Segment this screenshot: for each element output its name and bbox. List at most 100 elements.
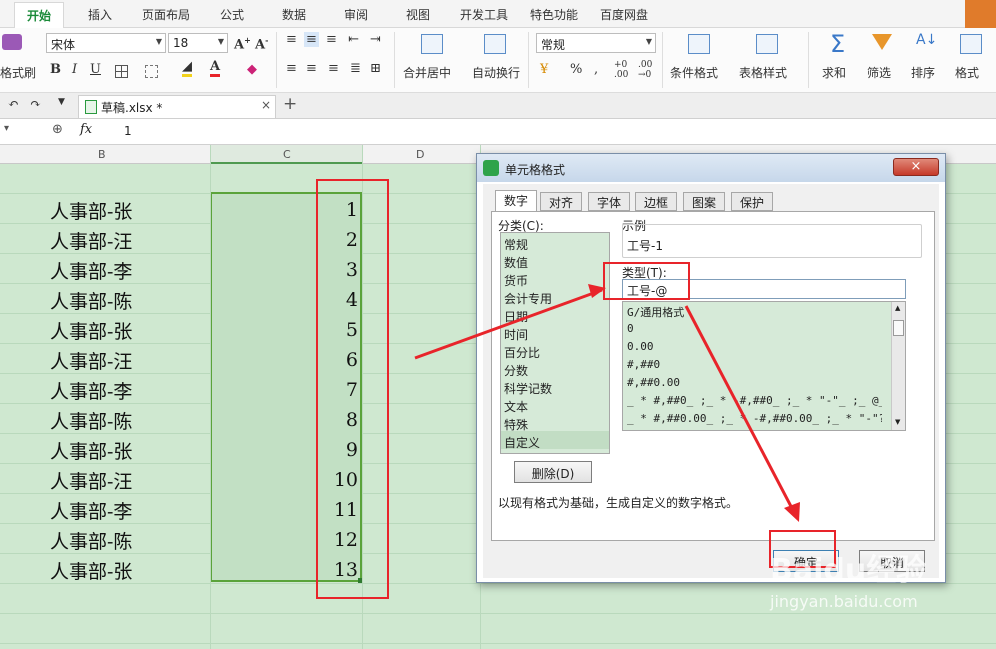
function-icon[interactable]: fx — [80, 122, 92, 137]
format-code-item[interactable]: _ * #,##0.00_ ;_ * -#,##0.00_ ;_ * "-"?? — [627, 412, 882, 425]
sort-icon[interactable]: A↓ — [916, 32, 937, 48]
tab-baidu-netdisk[interactable]: 百度网盘 — [600, 6, 648, 23]
category-item[interactable]: 特殊 — [504, 416, 528, 433]
font-name-select[interactable]: 宋体 ▼ — [46, 33, 166, 53]
tab-data[interactable]: 数据 — [282, 6, 306, 23]
format-code-item[interactable]: 0.00 — [627, 340, 654, 353]
scrollbar[interactable]: ▲ ▼ — [891, 302, 905, 430]
dialog-tab-number[interactable]: 数字 — [495, 190, 538, 212]
increase-decimal-icon[interactable]: +0.00 — [614, 60, 628, 80]
merge-center-button[interactable]: 合并居中 — [403, 64, 451, 81]
delete-format-button[interactable]: 删除(D) — [514, 461, 592, 483]
format-code-item[interactable]: 0 — [627, 322, 634, 335]
decrease-font-icon[interactable]: A- — [255, 35, 268, 52]
format-code-item[interactable]: G/通用格式 — [627, 304, 684, 320]
sum-button[interactable]: 求和 — [822, 64, 846, 81]
bold-icon[interactable]: B — [50, 62, 61, 77]
cell-name[interactable]: 人事部-张 — [50, 317, 132, 344]
category-item-selected[interactable]: 自定义 — [504, 434, 540, 451]
underline-icon[interactable]: U — [90, 62, 101, 77]
currency-icon[interactable]: ¥ — [540, 62, 548, 77]
tab-developer[interactable]: 开发工具 — [460, 6, 508, 23]
conditional-format-button[interactable]: 条件格式 — [670, 64, 718, 81]
cell-name[interactable]: 人事部-陈 — [50, 527, 132, 554]
cell-name[interactable]: 人事部-汪 — [50, 227, 132, 254]
category-item[interactable]: 货币 — [504, 272, 528, 289]
category-item[interactable]: 科学记数 — [504, 380, 552, 397]
table-style-button[interactable]: 表格样式 — [739, 64, 787, 81]
align-left-icon[interactable]: ≡ — [286, 61, 297, 76]
category-item[interactable]: 时间 — [504, 326, 528, 343]
cell-name[interactable]: 人事部-张 — [50, 557, 132, 584]
decrease-decimal-icon[interactable]: .00 →0 — [638, 60, 652, 80]
cell-name[interactable]: 人事部-李 — [50, 497, 132, 524]
format-painter-button[interactable]: 格式刷 — [0, 64, 36, 81]
dialog-tab-alignment[interactable]: 对齐 — [540, 192, 583, 211]
column-header-c[interactable]: C — [283, 148, 291, 161]
align-middle-icon[interactable]: ≡ — [304, 32, 319, 47]
dialog-tab-font[interactable]: 字体 — [588, 192, 631, 211]
account-badge[interactable] — [965, 0, 996, 28]
dialog-title-bar[interactable]: 单元格格式 × — [477, 154, 945, 182]
tab-insert[interactable]: 插入 — [88, 6, 112, 23]
tab-special[interactable]: 特色功能 — [530, 6, 578, 23]
align-bottom-icon[interactable]: ≡ — [326, 32, 337, 47]
fill-color-icon[interactable]: ◢ — [182, 60, 192, 77]
tab-home[interactable]: 开始 — [14, 2, 65, 29]
close-icon[interactable]: × — [893, 158, 939, 176]
category-item[interactable]: 会计专用 — [504, 290, 552, 307]
cell-name[interactable]: 人事部-李 — [50, 377, 132, 404]
format-icon[interactable] — [960, 34, 982, 54]
formula-input[interactable]: 1 — [124, 124, 132, 138]
clear-format-icon[interactable]: ◆ — [247, 62, 257, 77]
cell-name[interactable]: 人事部-陈 — [50, 287, 132, 314]
thousands-icon[interactable]: , — [594, 62, 598, 77]
sort-button[interactable]: 排序 — [911, 64, 935, 81]
tab-formulas[interactable]: 公式 — [220, 6, 244, 23]
justify-icon[interactable]: ≣ — [350, 61, 361, 76]
zoom-icon[interactable]: ⊕ — [52, 122, 63, 137]
increase-font-icon[interactable]: A+ — [234, 35, 251, 52]
tab-view[interactable]: 视图 — [406, 6, 430, 23]
align-top-icon[interactable]: ≡ — [286, 32, 297, 47]
italic-icon[interactable]: I — [72, 62, 77, 77]
merge-center-icon[interactable] — [421, 34, 443, 54]
filter-button[interactable]: 筛选 — [867, 64, 891, 81]
category-item[interactable]: 常规 — [504, 236, 528, 253]
format-code-item[interactable]: #,##0 — [627, 358, 660, 371]
column-header-d[interactable]: D — [416, 148, 424, 161]
sum-icon[interactable]: Σ — [830, 30, 845, 58]
tab-page-layout[interactable]: 页面布局 — [142, 6, 190, 23]
wrap-text-button[interactable]: 自动换行 — [472, 64, 520, 81]
conditional-format-icon[interactable] — [688, 34, 710, 54]
dialog-tab-pattern[interactable]: 图案 — [683, 192, 726, 211]
wrap-text-icon[interactable] — [484, 34, 506, 54]
cell-name[interactable]: 人事部-陈 — [50, 407, 132, 434]
number-format-select[interactable]: 常规 ▼ — [536, 33, 656, 53]
format-code-item[interactable]: _ * #,##0_ ;_ * -#,##0_ ;_ * "-"_ ;_ @_ — [627, 394, 882, 407]
scroll-down-icon[interactable]: ▼ — [895, 418, 900, 426]
category-item[interactable]: 文本 — [504, 398, 528, 415]
filter-icon[interactable] — [872, 34, 892, 50]
chevron-down-icon[interactable]: ▾ — [4, 123, 9, 134]
column-header-b[interactable]: B — [98, 148, 106, 161]
cell-name[interactable]: 人事部-汪 — [50, 467, 132, 494]
cell-name[interactable]: 人事部-汪 — [50, 347, 132, 374]
cell-name[interactable]: 人事部-张 — [50, 437, 132, 464]
new-tab-icon[interactable]: + — [283, 94, 297, 114]
distribute-icon[interactable]: ⊞ — [370, 61, 381, 76]
fill-pattern-icon[interactable] — [145, 65, 158, 78]
border-icon[interactable] — [115, 65, 128, 78]
undo-icon[interactable]: ↶ — [8, 97, 19, 112]
increase-indent-icon[interactable]: ⇥ — [370, 32, 381, 47]
table-style-icon[interactable] — [756, 34, 778, 54]
scroll-thumb[interactable] — [893, 320, 904, 336]
font-color-icon[interactable]: A — [210, 60, 221, 77]
cell-name[interactable]: 人事部-李 — [50, 257, 132, 284]
format-painter-icon[interactable] — [2, 34, 22, 50]
chevron-down-icon[interactable]: ▼ — [58, 97, 65, 107]
dialog-tab-border[interactable]: 边框 — [635, 192, 678, 211]
category-item[interactable]: 百分比 — [504, 344, 540, 361]
category-item[interactable]: 日期 — [504, 308, 528, 325]
redo-icon[interactable]: ↷ — [30, 97, 41, 112]
